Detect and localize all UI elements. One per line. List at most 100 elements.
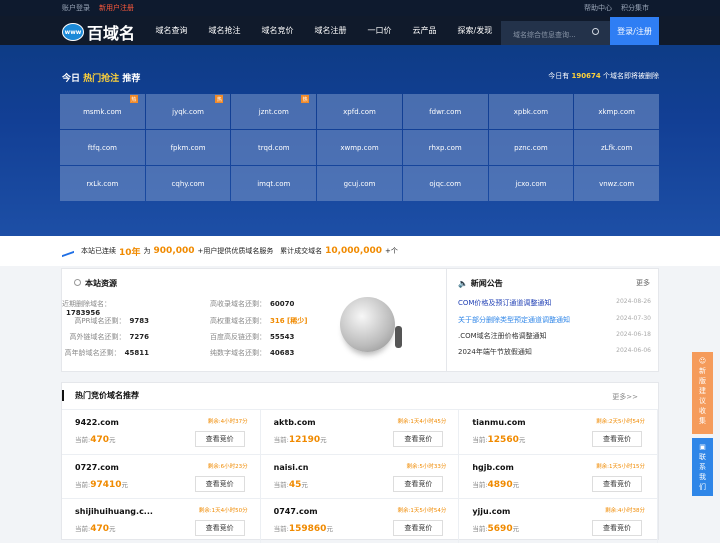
- nav-item[interactable]: 探索/发现: [458, 25, 493, 36]
- domain-cell[interactable]: cqhy.com: [145, 166, 231, 201]
- view-bid-button[interactable]: 查看竞价: [393, 475, 444, 492]
- nav-item[interactable]: 域名抢注: [209, 25, 241, 36]
- globe-image: [340, 297, 395, 352]
- domain-cell[interactable]: zLfk.com: [574, 130, 659, 165]
- domain-cell[interactable]: rhxp.com: [402, 130, 488, 165]
- resources-title: 本站资源: [85, 279, 117, 288]
- bid-domain[interactable]: yjju.com: [472, 507, 510, 516]
- bid-price: 当前:470元: [75, 435, 116, 445]
- domain-cell[interactable]: trqd.com: [231, 130, 317, 165]
- domain-cell[interactable]: gcuj.com: [317, 166, 402, 201]
- domain-cell[interactable]: xkmp.com: [574, 94, 659, 129]
- bid-domain[interactable]: naisi.cn: [274, 463, 309, 472]
- view-bid-button[interactable]: 查看竞价: [194, 431, 245, 447]
- register-link[interactable]: 新用户注册: [99, 4, 134, 12]
- bid-domain[interactable]: 9422.com: [75, 418, 119, 427]
- resource-stat: 百度高反链还剩： 55543: [210, 333, 295, 341]
- domain-cell[interactable]: fdwr.com: [402, 94, 488, 129]
- resource-stat: 高PR域名还剩： 9783: [74, 317, 149, 325]
- domain-cell[interactable]: xpbk.com: [488, 94, 574, 129]
- bid-price: 当前:159860元: [273, 524, 333, 534]
- search-icon[interactable]: [592, 28, 599, 35]
- news: 🔈 新闻公告 更多 COM价格及预订通道调整通知 2024-08-26 关于部分删除…: [448, 269, 658, 371]
- news-item[interactable]: .COM域名注册价格调整通知 2024-06-18: [458, 331, 651, 341]
- view-bid-button[interactable]: 查看竞价: [194, 520, 245, 536]
- bid-item: 0727.com 剩余:6小时23分 当前:97410元 查看竞价: [62, 453, 261, 498]
- bid-time: 剩余:1天4小时45分: [397, 419, 447, 425]
- bid-time: 剩余:4小时38分: [605, 508, 645, 514]
- suggestion-button[interactable]: ☺ 新版建议收集: [692, 352, 713, 434]
- domain-grid: msmk.com 热 jyqk.com 热 jznt.com 热 xpfd.com fdwr.…: [60, 94, 659, 201]
- domain-name: xpfd.com: [343, 107, 376, 116]
- domain-cell[interactable]: ftfq.com: [60, 130, 145, 165]
- bid-domain[interactable]: 0747.com: [274, 507, 318, 516]
- news-item[interactable]: 关于部分删除类型预定通道调整通知 2024-07-30: [458, 315, 651, 325]
- login-register-button[interactable]: 登录/注册: [610, 17, 659, 46]
- domain-cell[interactable]: xwmp.com: [317, 130, 402, 165]
- nav-item[interactable]: 一口价: [368, 25, 392, 36]
- domain-name: jznt.com: [258, 107, 289, 116]
- view-bid-button[interactable]: 查看竞价: [393, 520, 444, 536]
- news-item[interactable]: COM价格及预订通道调整通知 2024-08-26: [458, 298, 651, 308]
- bid-price: 当前:12560元: [472, 435, 526, 445]
- bid-price: 当前:5690元: [472, 524, 520, 534]
- domain-cell[interactable]: vnwz.com: [574, 166, 659, 201]
- view-bid-button[interactable]: 查看竞价: [592, 520, 642, 536]
- resource-stat: 纯数字域名还剩： 40683: [210, 349, 295, 357]
- bid-domain[interactable]: shijihuihuang.c...: [75, 507, 153, 516]
- view-bid-button[interactable]: 查看竞价: [393, 431, 444, 447]
- bid-more-link[interactable]: 更多>>: [612, 392, 638, 402]
- domain-cell[interactable]: xpfd.com: [317, 94, 402, 129]
- points-link[interactable]: 积分集市: [621, 4, 649, 12]
- logo[interactable]: www 百域名: [62, 20, 135, 44]
- domain-name: jcxo.com: [515, 179, 547, 188]
- domain-name: msmk.com: [83, 107, 122, 116]
- domain-cell[interactable]: msmk.com 热: [60, 94, 145, 129]
- bid-domain[interactable]: 0727.com: [75, 463, 119, 472]
- domain-cell[interactable]: pznc.com: [488, 130, 574, 165]
- bid-time: 剩余:4小时37分: [207, 419, 248, 425]
- domain-cell[interactable]: imqt.com: [231, 166, 317, 201]
- resource-stat: 高外链域名还剩： 7276: [69, 333, 149, 341]
- domain-name: vnwz.com: [599, 179, 635, 188]
- contact-button[interactable]: ▣ 联系我们: [692, 438, 713, 496]
- help-link[interactable]: 帮助中心: [584, 4, 612, 12]
- bid-time: 剩余:1天5小时15分: [596, 463, 645, 470]
- resources: 本站资源 近期删除域名：1783956 高PR域名还剩： 9783 高外链域名还剩： 7…: [62, 269, 447, 371]
- domain-name: xkmp.com: [598, 107, 635, 116]
- domain-name: imqt.com: [257, 179, 291, 188]
- domain-cell[interactable]: ojqc.com: [402, 166, 488, 201]
- bid-domain[interactable]: hgjb.com: [472, 463, 514, 472]
- pushing-man-image: [395, 326, 402, 348]
- bid-domain[interactable]: tianmu.com: [472, 418, 525, 427]
- nav-item[interactable]: 域名注册: [315, 25, 347, 36]
- resource-stat: 高收录域名还剩： 60070: [210, 300, 295, 308]
- news-item[interactable]: 2024年端午节放假通知 2024-06-06: [458, 347, 651, 357]
- domain-cell[interactable]: fpkm.com: [145, 130, 231, 165]
- nav-item[interactable]: 域名查询: [156, 25, 188, 36]
- domain-cell[interactable]: rxLk.com: [60, 166, 145, 201]
- bid-item: aktb.com 剩余:1天4小时45分当前:12190元 查看竞价: [260, 409, 460, 454]
- nav-menu: 域名查询 域名抢注 域名竞价 域名注册 一口价 云产品 探索/发现: [145, 16, 503, 45]
- domain-cell[interactable]: jcxo.com: [488, 166, 574, 201]
- view-bid-button[interactable]: 查看竞价: [592, 431, 642, 447]
- bid-domain[interactable]: aktb.com: [274, 418, 316, 427]
- domain-cell[interactable]: jznt.com 热: [231, 94, 317, 129]
- domain-name: rxLk.com: [86, 179, 119, 188]
- bid-price: 当前:12190元: [273, 435, 327, 445]
- domain-name: xpbk.com: [513, 107, 549, 116]
- nav-item[interactable]: 云产品: [413, 25, 437, 36]
- nav-item[interactable]: 域名竞价: [262, 25, 294, 36]
- news-more-link[interactable]: 更多: [636, 278, 650, 288]
- bid-price: 当前:97410元: [75, 479, 129, 490]
- bid-item: 9422.com 剩余:4小时37分当前:470元 查看竞价: [62, 409, 261, 454]
- login-link[interactable]: 账户登录: [62, 4, 90, 12]
- bid-price: 当前:470元: [75, 524, 116, 534]
- view-bid-button[interactable]: 查看竞价: [592, 475, 642, 492]
- view-bid-button[interactable]: 查看竞价: [194, 475, 245, 492]
- bid-time: 剩余:1天5小时54分: [397, 508, 447, 514]
- bid-item: yjju.com 剩余:4小时38分当前:5690元 查看竞价: [459, 498, 658, 543]
- domain-cell[interactable]: jyqk.com 热: [145, 94, 231, 129]
- bid-time: 剩余:1天4小时50分: [198, 508, 248, 514]
- resource-stat: 高年龄域名还剩： 45811: [64, 349, 149, 357]
